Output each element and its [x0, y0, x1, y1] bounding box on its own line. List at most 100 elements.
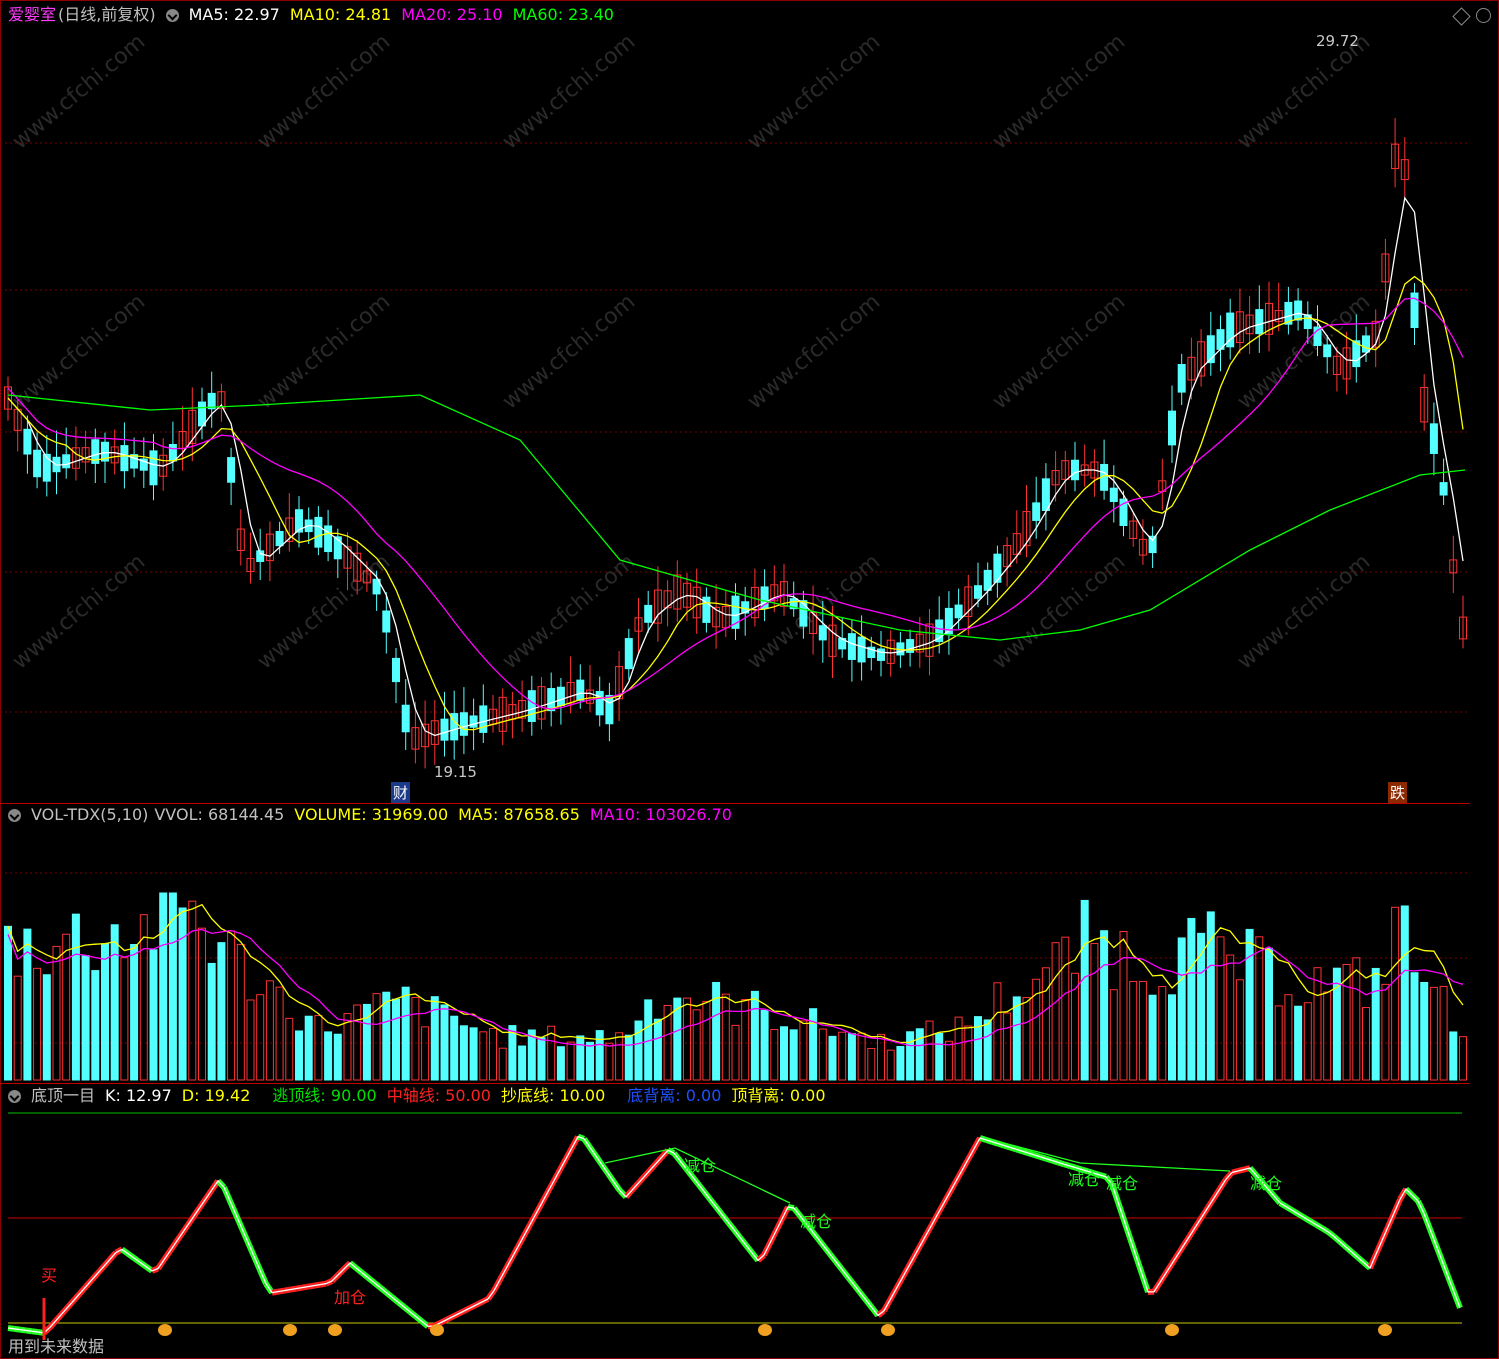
pointer-hand-icon [758, 1324, 772, 1336]
volume-bar [168, 892, 177, 1081]
volume-bar [1129, 980, 1138, 1081]
volume-bar [256, 994, 265, 1081]
panel-control-icon[interactable] [1476, 8, 1491, 23]
volume-bar [1012, 996, 1021, 1081]
add-position-label: 加仓 [334, 1288, 367, 1307]
candle-body [1041, 478, 1050, 512]
volume-bar [838, 1031, 847, 1081]
reduce-position-label: 减仓 [800, 1212, 833, 1231]
candle-body [168, 443, 177, 462]
volume-bar [1080, 899, 1089, 1081]
volume-bar [1313, 967, 1322, 1081]
volume-bar [13, 975, 22, 1081]
volume-bar [1022, 997, 1031, 1081]
chevron-down-icon[interactable] [8, 809, 21, 822]
volume-bar [1061, 936, 1070, 1081]
volume-bar [809, 1008, 818, 1081]
volume-bar [324, 1031, 333, 1081]
volume-bar [71, 913, 80, 1081]
volume-bar [4, 925, 12, 1081]
ma5-label: MA5: 22.97 [188, 5, 280, 24]
volume-bar [265, 980, 274, 1081]
chevron-down-icon[interactable] [8, 1090, 21, 1103]
pointer-hand-icon [881, 1324, 895, 1336]
candle-body [595, 690, 604, 716]
volume-bar [217, 942, 226, 1081]
volume-bar [721, 993, 730, 1081]
watermark-text: www.cfchi.com [1233, 549, 1375, 674]
volume-bar [653, 1018, 662, 1081]
candle-body [983, 569, 992, 591]
stock-name[interactable]: 爱婴室 [8, 5, 56, 24]
volume-bar [178, 907, 187, 1081]
volume-bar [1187, 917, 1196, 1081]
volume-bar [421, 1026, 430, 1081]
candle-body [954, 604, 963, 619]
volume-bar [120, 957, 129, 1081]
candle-body [576, 679, 585, 701]
volume-bar [1371, 967, 1380, 1081]
candle-body [1032, 502, 1041, 521]
volume-bar [101, 943, 109, 1081]
volume-bar [857, 1032, 866, 1081]
volume-bar [62, 933, 71, 1081]
volume-bar [1158, 986, 1167, 1081]
bottom-line-label: 抄底线: 10.00 [501, 1086, 606, 1105]
candle-body [149, 450, 158, 486]
volume-bar [498, 1047, 507, 1081]
volume-bar [1090, 943, 1099, 1081]
candle-body [459, 712, 468, 736]
chevron-down-icon[interactable] [165, 9, 179, 22]
indicator-name[interactable]: 底顶一目 [31, 1086, 95, 1105]
candle-body [857, 636, 866, 663]
volume-bar [634, 1020, 643, 1081]
pointer-hand-icon [1378, 1324, 1392, 1336]
watermark-text: www.cfchi.com [8, 29, 150, 154]
volume-bar [372, 993, 381, 1081]
candle-body [479, 705, 488, 733]
volume-bar [1235, 979, 1244, 1081]
candle-body [644, 604, 653, 623]
watermark-text: www.cfchi.com [498, 29, 640, 154]
candle-body [382, 610, 391, 633]
vol-name[interactable]: VOL-TDX(5,10) [31, 805, 148, 824]
bottom-divergence-label: 底背离: 0.00 [627, 1086, 722, 1105]
volume-bar [1109, 989, 1118, 1081]
volume-bar [1226, 954, 1235, 1081]
volume-bar [624, 1034, 633, 1081]
candle-body [1255, 309, 1264, 335]
candle-body [1109, 487, 1118, 503]
watermark-text: www.cfchi.com [743, 29, 885, 154]
watermark-text: www.cfchi.com [253, 289, 395, 414]
candle-body [556, 686, 565, 706]
future-data-note: 用到未来数据 [8, 1337, 105, 1356]
volume-bar [33, 967, 42, 1081]
volume-bar [207, 962, 216, 1081]
candle-body [1168, 410, 1176, 446]
volume-bar [91, 970, 100, 1081]
volume-bar [770, 1029, 779, 1081]
pointer-hand-icon [328, 1324, 342, 1336]
financial-report-tag[interactable]: 财 [391, 782, 411, 803]
volume-bar [692, 1009, 701, 1081]
candle-body [1323, 344, 1332, 358]
volume-bar [1177, 937, 1186, 1081]
pointer-hand-icon [430, 1324, 444, 1336]
volume-bar [1381, 983, 1390, 1081]
volume-bar [42, 974, 51, 1081]
candle-body [392, 657, 400, 683]
volume-bar [615, 1032, 624, 1081]
vol-ma10-line [7, 928, 1464, 1047]
volume-bar [712, 981, 721, 1081]
volume-bar [556, 1046, 565, 1081]
period-label[interactable]: (日线,前复权) [58, 5, 156, 24]
main-header: 爱婴室 (日线,前复权) MA5: 22.97 MA10: 24.81 MA20: 25… [8, 4, 624, 26]
volume-bar [401, 986, 410, 1081]
candle-body [314, 516, 323, 548]
limit-down-tag[interactable]: 跌 [1388, 782, 1408, 803]
indicator-header: 底顶一目 K: 12.97 D: 19.42 逃顶线: 90.00 中轴线: 50.00… [8, 1085, 836, 1107]
candle-body [227, 457, 236, 483]
volume-bar [459, 1025, 468, 1081]
buy-signal-label: 买 [41, 1266, 58, 1285]
ma20-label: MA20: 25.10 [401, 5, 503, 24]
